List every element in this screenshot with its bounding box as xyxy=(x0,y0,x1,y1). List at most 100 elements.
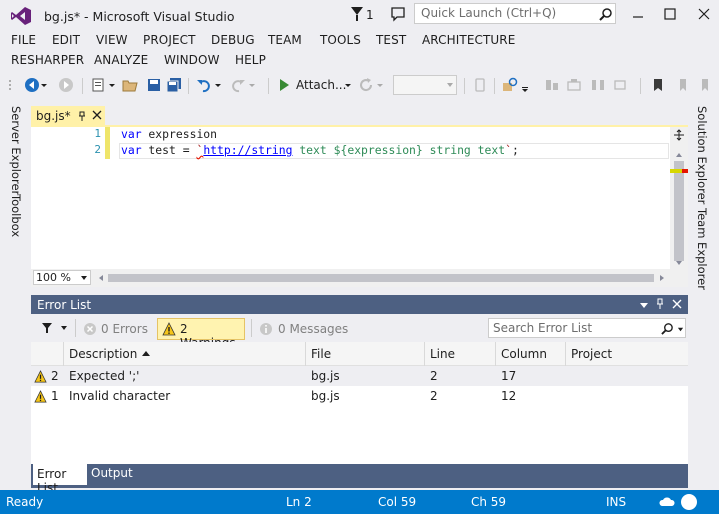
column-description[interactable]: Description xyxy=(69,347,137,361)
scroll-right-icon[interactable] xyxy=(658,274,666,282)
code-url-link[interactable]: http://string xyxy=(203,143,292,157)
menu-window[interactable]: WINDOW xyxy=(164,53,220,67)
menu-analyze[interactable]: ANALYZE xyxy=(94,53,148,67)
pin-icon[interactable] xyxy=(77,110,87,122)
document-tab-bg-js[interactable]: bg.js* xyxy=(31,106,105,126)
code-editor[interactable]: 1 2 var expression var test = ` http://st… xyxy=(31,127,688,287)
publish-icon[interactable] xyxy=(659,495,675,509)
redo-icon[interactable] xyxy=(230,77,246,93)
pin-icon[interactable] xyxy=(655,298,665,310)
solution-config-dropdown[interactable] xyxy=(393,75,457,95)
error-row[interactable]: 2 Expected ';' bg.js 2 17 xyxy=(31,366,688,386)
vertical-scroll-thumb[interactable] xyxy=(674,161,684,261)
side-tab-team-explorer[interactable]: Team Explorer xyxy=(695,208,709,290)
menu-help[interactable]: HELP xyxy=(235,53,266,67)
side-tab-toolbox[interactable]: Toolbox xyxy=(9,194,23,237)
close-tab-icon[interactable] xyxy=(92,108,102,120)
side-tab-solution-explorer[interactable]: Solution Explorer xyxy=(695,106,709,204)
vertical-scrollbar[interactable] xyxy=(670,127,688,269)
horizontal-scroll-thumb[interactable] xyxy=(108,274,654,282)
document-tab-label: bg.js* xyxy=(36,109,71,123)
window-position-icon[interactable] xyxy=(639,300,649,310)
navigate-back-icon[interactable] xyxy=(24,77,40,93)
side-tab-server-explorer[interactable]: Server Explorer xyxy=(9,106,23,195)
undo-icon[interactable] xyxy=(196,77,212,93)
scroll-left-icon[interactable] xyxy=(97,274,105,282)
column-project[interactable]: Project xyxy=(571,347,612,361)
user-avatar-icon[interactable] xyxy=(680,493,698,511)
status-char: Ch 59 xyxy=(471,495,507,509)
scroll-down-icon[interactable] xyxy=(675,259,683,267)
error-list-grid: Description File Line Column Project 2 E… xyxy=(31,342,688,464)
split-window-icon[interactable] xyxy=(673,129,685,141)
scroll-up-icon[interactable] xyxy=(675,151,683,159)
undo-dropdown-icon[interactable] xyxy=(214,77,222,93)
menu-view[interactable]: VIEW xyxy=(96,33,128,47)
menu-bar-row1: FILE EDIT VIEW PROJECT DEBUG TEAM TOOLS … xyxy=(0,31,719,51)
attach-button[interactable]: Attach... xyxy=(296,78,346,92)
filter-dropdown-icon[interactable] xyxy=(60,324,68,332)
spacing-icon[interactable] xyxy=(590,77,606,93)
error-number: 2 xyxy=(51,369,59,383)
menu-resharper[interactable]: RESHARPER xyxy=(11,53,84,67)
filter-icon[interactable] xyxy=(41,322,53,334)
align-icon[interactable] xyxy=(544,77,560,93)
search-error-list-input[interactable]: Search Error List xyxy=(488,318,686,338)
minimize-button[interactable] xyxy=(628,5,648,23)
notification-flag-icon[interactable] xyxy=(350,6,364,22)
redo-dropdown-icon[interactable] xyxy=(248,77,256,93)
menu-architecture[interactable]: ARCHITECTURE xyxy=(422,33,515,47)
warnings-filter-button[interactable]: 2 Warnings xyxy=(157,318,245,350)
previous-bookmark-icon[interactable] xyxy=(674,77,690,93)
save-icon[interactable] xyxy=(146,77,162,93)
tab-error-list[interactable]: Error List xyxy=(33,464,87,495)
menu-debug[interactable]: DEBUG xyxy=(211,33,255,47)
close-icon[interactable] xyxy=(672,299,682,309)
device-icon[interactable] xyxy=(472,77,488,93)
window-title: bg.js* - Microsoft Visual Studio xyxy=(44,9,235,24)
menu-project[interactable]: PROJECT xyxy=(143,33,196,47)
menu-team[interactable]: TEAM xyxy=(268,33,302,47)
menu-edit[interactable]: EDIT xyxy=(52,33,80,47)
keyword-var: var xyxy=(121,127,142,141)
tab-output[interactable]: Output xyxy=(91,466,133,480)
menu-test[interactable]: TEST xyxy=(376,33,406,47)
restore-button[interactable] xyxy=(660,5,680,23)
center-icon[interactable] xyxy=(612,77,628,93)
navigate-forward-icon[interactable] xyxy=(58,77,74,93)
menu-file[interactable]: FILE xyxy=(11,33,36,47)
errors-filter-button[interactable]: 0 Errors xyxy=(81,318,153,340)
toolbar-grip-icon xyxy=(9,80,11,90)
save-all-icon[interactable] xyxy=(166,77,182,93)
quick-launch-box[interactable]: Quick Launch (Ctrl+Q) xyxy=(414,3,616,24)
close-window-button[interactable] xyxy=(694,5,714,23)
toolbar-separator xyxy=(188,78,189,94)
overflow-chevron-icon[interactable] xyxy=(520,77,530,93)
messages-filter-button[interactable]: 0 Messages xyxy=(257,318,369,340)
layout-icon[interactable] xyxy=(566,77,582,93)
line-number-2: 2 xyxy=(94,143,101,156)
refresh-icon[interactable] xyxy=(358,77,374,93)
attach-dropdown-icon[interactable] xyxy=(344,77,352,93)
next-bookmark-icon[interactable] xyxy=(696,77,712,93)
back-dropdown-icon[interactable] xyxy=(40,77,48,93)
start-debug-icon[interactable] xyxy=(276,77,292,93)
menu-tools[interactable]: TOOLS xyxy=(320,33,361,47)
bookmark-icon[interactable] xyxy=(650,77,666,93)
column-column[interactable]: Column xyxy=(501,347,547,361)
new-dropdown-icon[interactable] xyxy=(108,77,116,93)
line-number-1: 1 xyxy=(94,127,101,140)
error-description: Expected ';' xyxy=(69,369,140,383)
open-file-icon[interactable] xyxy=(122,77,138,93)
search-icon xyxy=(661,323,673,335)
search-options-dropdown-icon[interactable] xyxy=(677,326,684,333)
new-project-icon[interactable] xyxy=(90,77,106,93)
column-file[interactable]: File xyxy=(311,347,331,361)
feedback-icon[interactable] xyxy=(390,6,406,22)
refresh-dropdown-icon[interactable] xyxy=(376,77,384,93)
error-row[interactable]: 1 Invalid character bg.js 2 12 xyxy=(31,386,688,406)
toolbar-separator xyxy=(494,78,495,94)
find-in-files-icon[interactable] xyxy=(502,77,518,93)
zoom-dropdown[interactable]: 100 % xyxy=(33,270,91,285)
column-line[interactable]: Line xyxy=(430,347,455,361)
